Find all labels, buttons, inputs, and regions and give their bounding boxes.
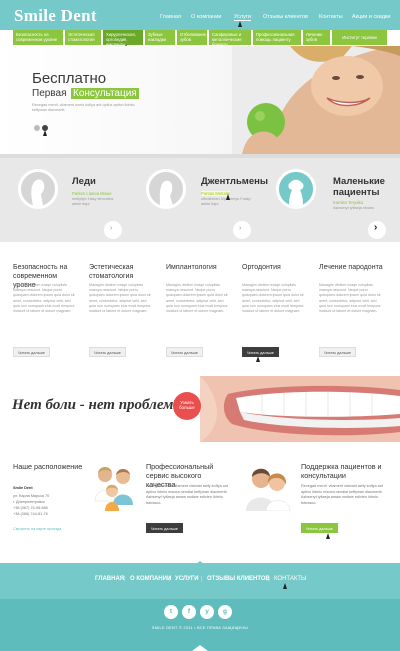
mouse-cursor-4 xyxy=(226,194,230,200)
group-lady-title[interactable]: Леди xyxy=(72,176,96,187)
mouse-cursor-7 xyxy=(283,583,287,589)
child-silhouette-icon xyxy=(276,169,316,209)
footer-arrow-icon xyxy=(192,561,208,567)
location-city: г. Днепропетровск xyxy=(13,500,45,504)
hero-subtitle-consultation: Консультация xyxy=(71,88,139,99)
copyright: SMILE DENT © 2011 • ВСЕ ПРАВА ЗАЩИЩЕНЫ xyxy=(151,626,249,630)
category-surgery[interactable]: Хирургическая, ортопедия, импланты xyxy=(103,30,143,45)
support-button[interactable]: Читать дальше xyxy=(301,523,338,533)
page: Smile Dent Главная О компании Услуги Отз… xyxy=(0,0,400,651)
family-photo xyxy=(89,461,139,511)
category-braces[interactable]: Сапфировые и металлические брекеты xyxy=(209,30,251,45)
footer-bottom xyxy=(0,599,400,651)
footer-sep-4: | xyxy=(268,576,270,582)
footer-nav-about[interactable]: О КОМПАНИИ xyxy=(130,576,171,582)
mouse-cursor xyxy=(238,21,242,27)
feature-periodont-title: Лечение пародонта xyxy=(319,264,383,271)
footer-nav-home[interactable]: ГЛАВНАЯ xyxy=(95,576,124,582)
category-treatment[interactable]: Лечение зубов xyxy=(303,30,330,45)
footer-nav-services[interactable]: УСЛУГИ xyxy=(175,576,199,582)
mouse-cursor-6 xyxy=(326,533,330,539)
service-text: Recegad mentl. vitament viaivaid awfy ko… xyxy=(146,484,228,505)
footer-sep-1: | xyxy=(124,576,126,582)
footer-nav-contacts[interactable]: КОНТАКТЫ xyxy=(274,576,306,582)
location-phone-2: +38 (066) 744-81-76 xyxy=(13,512,48,516)
feature-ortho-title: Ортодонтия xyxy=(242,264,281,271)
location-address: ул. Карла Маркса 70 xyxy=(13,494,50,498)
group-lady-desc: netityllyn Hasy sfmontea aebie tlapr xyxy=(72,197,114,206)
feature-aesthetic-text: Mauagim dtniinm exaqe volupilsts maesya … xyxy=(89,283,151,314)
location-phone-1: +38 (067) 75-95-586 xyxy=(13,506,48,510)
feature-aesthetic-button[interactable]: Читать дальше xyxy=(89,347,126,357)
nav-contacts[interactable]: Контакты xyxy=(319,14,343,20)
service-button[interactable]: Читать дальше xyxy=(146,523,183,533)
feature-implant-text: Mauagim dtniinm exaqe volupilsts maesya … xyxy=(166,283,228,314)
nav-home[interactable]: Главная xyxy=(160,14,181,20)
slider-dot-1[interactable] xyxy=(34,125,40,131)
group-gentlemen-title[interactable]: Джентльмены xyxy=(201,176,268,187)
strip-nav-2[interactable] xyxy=(233,221,251,239)
mouse-cursor-5 xyxy=(256,356,260,362)
arrow-right-icon: › xyxy=(110,225,113,232)
location-company: Smile Dent xyxy=(13,486,33,490)
scroll-top-arrow-icon[interactable] xyxy=(192,645,208,651)
facebook-icon[interactable]: f xyxy=(182,605,196,619)
gentleman-silhouette-icon xyxy=(146,169,186,209)
support-text: Recegad mentl. vitament viaivaid awfy ko… xyxy=(301,484,383,505)
learn-more-badge[interactable]: Узнать больше xyxy=(173,392,201,420)
footer-nav-bar xyxy=(0,563,400,599)
couple-photo xyxy=(242,461,294,512)
location-title: Наше расположение xyxy=(13,462,83,471)
nav-about[interactable]: О компании xyxy=(191,14,221,20)
feature-ortho-text: Mauagim dtniinm exaqe volupilsts maesya … xyxy=(242,283,304,314)
group-kids-desc: Asbsenyt tyflaeja nhoaw xyxy=(333,206,374,210)
feature-implant-title: Имплантология xyxy=(166,264,217,271)
footer-nav-reviews[interactable]: ОТЗЫВЫ КЛИЕНТОВ xyxy=(207,576,270,582)
site-logo[interactable]: Smile Dent xyxy=(14,6,97,26)
feature-periodont-text: Mauagim dtniinm exaqe volupilsts maesya … xyxy=(319,283,381,314)
mouse-cursor-3 xyxy=(43,130,47,136)
youtube-icon[interactable]: y xyxy=(200,605,214,619)
google-icon[interactable]: g xyxy=(218,605,232,619)
location-map-link[interactable]: Смотреть на карте проезда xyxy=(13,527,61,533)
arrow-right-icon-2: › xyxy=(239,225,242,232)
footer-sep-3: | xyxy=(201,576,203,582)
group-kids-title[interactable]: Маленькие пациенты xyxy=(333,176,393,198)
support-title: Поддержка пациентов и консультации xyxy=(301,462,382,480)
banner-slogan: Нет боли - нет проблем! xyxy=(12,397,180,413)
category-veneers[interactable]: Зубные накладки xyxy=(145,30,175,45)
feature-implant-button[interactable]: Читать дальше xyxy=(166,347,203,357)
group-lady-link[interactable]: Parken Llanea Mioue xyxy=(72,191,112,196)
twitter-icon[interactable]: t xyxy=(164,605,178,619)
lady-silhouette-icon xyxy=(18,169,58,209)
category-safety[interactable]: Безопасность на современном уровне xyxy=(13,30,63,45)
hero-title: Бесплатно xyxy=(32,70,107,87)
feature-aesthetic-title: Эстетическая стоматология xyxy=(89,264,134,280)
nav-reviews[interactable]: Отзывы клиентов xyxy=(263,14,308,20)
footer-sep-2: | xyxy=(169,576,171,582)
group-kids-link[interactable]: Kamlen Teryaka xyxy=(333,200,363,205)
hero-woman-with-apple-image xyxy=(232,46,400,154)
arrow-right-icon-3: › xyxy=(374,222,378,233)
category-therapy[interactable]: Институт терапии xyxy=(332,30,387,45)
feature-periodont-button[interactable]: Читать дальше xyxy=(319,347,356,357)
hero-description: Recegad mentl. vitament ovelu kofiya ant… xyxy=(32,103,135,112)
category-aesthetic[interactable]: Эстетическая стоматология xyxy=(65,30,101,45)
strip-nav-1[interactable] xyxy=(104,221,122,239)
category-professional-help[interactable]: Профессиональная помощь пациенту xyxy=(253,30,301,45)
feature-safety-button[interactable]: Читать дальше xyxy=(13,347,50,357)
hero-subtitle-first: Первая xyxy=(32,88,67,99)
feature-safety-text: Mauagim dtniinm exaqe volupilsts maesya … xyxy=(13,283,75,314)
nav-services[interactable]: Услуги xyxy=(234,14,251,21)
category-whitening[interactable]: Отбеливание зубов xyxy=(177,30,207,45)
nav-promotions[interactable]: Акции и скидки xyxy=(352,14,390,20)
feature-ortho-button[interactable]: Читать дальше xyxy=(242,347,279,357)
